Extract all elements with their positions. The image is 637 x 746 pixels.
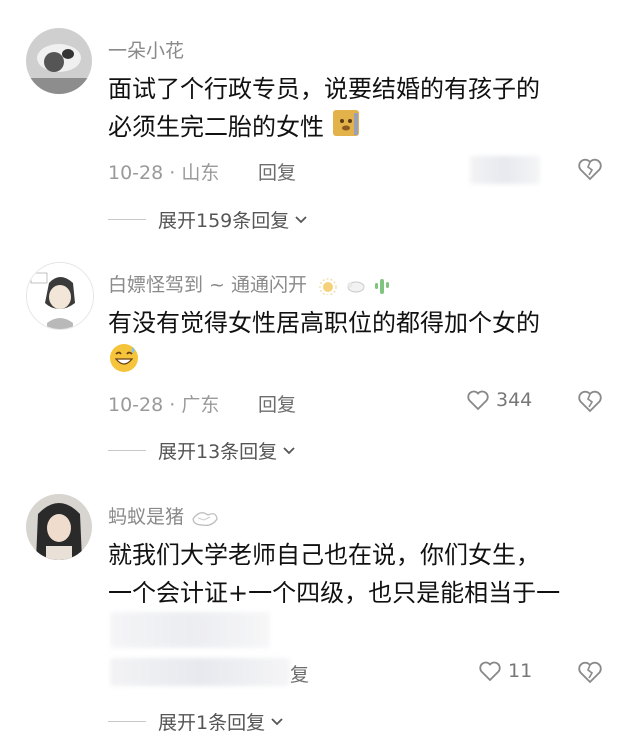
username[interactable]: 白嫖怪驾到 ~ 通通闪开: [108, 270, 391, 297]
like-button[interactable]: 11: [478, 659, 532, 683]
expand-label: 展开159条回复: [158, 210, 290, 232]
broken-heart-icon: [578, 158, 602, 181]
expand-replies[interactable]: 展开159条回复: [108, 206, 309, 233]
decoration-icons: [317, 274, 391, 296]
expand-line: [108, 450, 146, 451]
expand-line: [108, 721, 146, 722]
expand-label: 展开1条回复: [158, 712, 266, 734]
avatar-image: [27, 263, 93, 329]
dislike-button[interactable]: [577, 659, 603, 685]
reply-button[interactable]: 复: [290, 660, 309, 687]
date-location: 10-28 · 广东: [108, 394, 220, 416]
comment-text-line1: 面试了个行政专员，说要结婚的有孩子的: [108, 75, 540, 103]
avatar[interactable]: [26, 28, 92, 94]
expand-label: 展开13条回复: [158, 441, 278, 463]
doodle-icon: [192, 511, 218, 526]
chevron-down-icon: [271, 717, 283, 725]
avatar-image: [26, 28, 92, 94]
chevron-down-icon: [295, 215, 307, 223]
expand-replies[interactable]: 展开13条回复: [108, 437, 297, 464]
comment-text-line2: 必须生完二胎的女性: [108, 108, 608, 148]
broken-heart-icon: [578, 390, 602, 413]
dislike-button[interactable]: [577, 388, 603, 414]
heart-icon: [479, 661, 501, 682]
sun-icon: [319, 277, 337, 296]
expand-replies[interactable]: 展开1条回复: [108, 708, 285, 735]
chevron-down-icon: [283, 446, 295, 454]
avatar-image: [26, 494, 92, 560]
reply-button[interactable]: 回复: [258, 158, 296, 185]
comment-text-line2: [108, 342, 608, 385]
heart-icon: [467, 390, 489, 411]
expand-line: [108, 219, 146, 220]
like-count: 344: [496, 389, 533, 411]
blurred-area: [110, 612, 270, 648]
avatar[interactable]: [26, 494, 92, 560]
comment-text-line2-content: 必须生完二胎的女性: [108, 113, 324, 141]
blurred-area: [470, 156, 540, 184]
broken-heart-icon: [578, 661, 602, 684]
comment-text-line1: 就我们大学老师自己也在说，你们女生，: [108, 541, 540, 569]
avatar[interactable]: [26, 262, 94, 330]
username[interactable]: 一朵小花: [108, 36, 184, 63]
like-button[interactable]: 344: [466, 388, 532, 412]
username-text: 蚂蚁是猪: [108, 506, 185, 528]
dislike-button[interactable]: [577, 156, 603, 182]
username[interactable]: 蚂蚁是猪: [108, 502, 220, 529]
sheep-icon: [347, 281, 365, 292]
laugh-sweat-emoji-icon: [108, 342, 140, 385]
comment-text-line2: 一个会计证+一个四级，也只是能相当于一: [108, 579, 561, 607]
doge-emoji-icon: [332, 109, 360, 148]
date-location: 10-28 · 山东: [108, 162, 220, 184]
like-count: 11: [508, 660, 533, 682]
username-text: 白嫖怪驾到 ~ 通通闪开: [108, 274, 307, 296]
blurred-area: [110, 658, 290, 686]
comment-text-line1: 有没有觉得女性居高职位的都得加个女的: [108, 309, 540, 337]
reply-button[interactable]: 回复: [258, 390, 296, 417]
cactus-icon: [375, 278, 390, 294]
